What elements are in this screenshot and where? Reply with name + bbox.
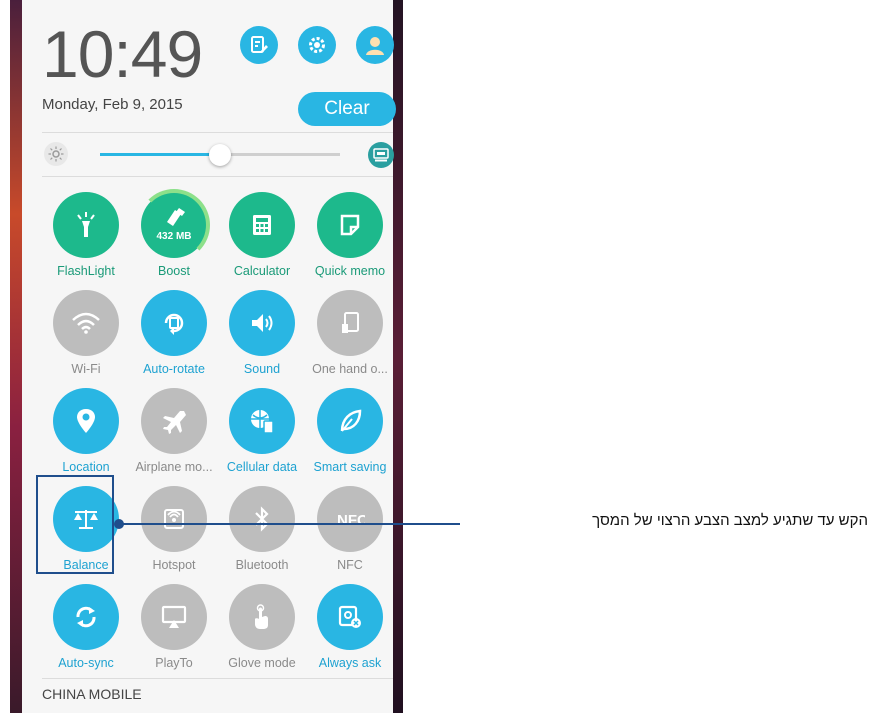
quick-setting-one-hand-o[interactable]: One hand o...: [306, 284, 394, 380]
quick-setting-label: Auto-rotate: [143, 362, 205, 376]
boost-memory-badge: 432 MB: [156, 231, 192, 242]
auto-brightness-icon[interactable]: [368, 142, 394, 168]
quick-setting-glove-mode[interactable]: Glove mode: [218, 578, 306, 674]
quick-setting-calculator[interactable]: Calculator: [218, 186, 306, 282]
clock: 10:49: [42, 17, 203, 91]
hotspot-icon: [141, 486, 207, 552]
quick-setting-sound[interactable]: Sound: [218, 284, 306, 380]
quick-setting-bluetooth[interactable]: Bluetooth: [218, 480, 306, 576]
quick-setting-airplane-mo[interactable]: Airplane mo...: [130, 382, 218, 478]
sun-icon[interactable]: [44, 142, 68, 166]
flashlight-icon: [53, 192, 119, 258]
quick-setting-label: Glove mode: [228, 656, 296, 670]
balance-highlight-box: [36, 475, 114, 574]
quick-setting-label: Quick memo: [314, 264, 386, 278]
boost-icon: 432 MB: [138, 189, 210, 261]
carrier-label: CHINA MOBILE: [42, 686, 142, 702]
sync-icon: [53, 584, 119, 650]
edit-icon: [251, 36, 268, 53]
memo-icon: [317, 192, 383, 258]
date: Monday, Feb 9, 2015: [42, 96, 183, 113]
quick-setting-hotspot[interactable]: Hotspot: [130, 480, 218, 576]
quick-setting-wi-fi[interactable]: Wi-Fi: [42, 284, 130, 380]
quick-setting-label: PlayTo: [155, 656, 193, 670]
callout-line: [118, 523, 460, 525]
quick-setting-label: Wi-Fi: [71, 362, 101, 376]
bluetooth-icon: [229, 486, 295, 552]
quick-setting-label: NFC: [337, 558, 363, 572]
user-icon: [366, 37, 384, 55]
brightness-control: [42, 140, 397, 168]
airplane-icon: [141, 388, 207, 454]
cellular-data-icon: [229, 388, 295, 454]
callout-dot: [114, 519, 124, 529]
quick-setting-label: Airplane mo...: [135, 460, 213, 474]
leaf-icon: [317, 388, 383, 454]
location-icon: [53, 388, 119, 454]
quick-setting-auto-sync[interactable]: Auto-sync: [42, 578, 130, 674]
clear-button[interactable]: Clear: [298, 92, 396, 126]
brightness-fill: [100, 153, 220, 156]
settings-button[interactable]: [298, 26, 336, 64]
phone-screen: 10:49 Monday, Feb 9, 2015 Clear FlashLig…: [10, 0, 403, 713]
quick-setting-label: Cellular data: [226, 460, 298, 474]
quick-setting-label: Boost: [158, 264, 190, 278]
callout-text: הקש עד שתגיע למצב הצבע הרצוי של המסך: [592, 512, 868, 529]
quick-setting-label: Sound: [243, 362, 281, 376]
quick-setting-label: Location: [62, 460, 110, 474]
edit-button[interactable]: [240, 26, 278, 64]
nfc-icon: NFC: [317, 486, 383, 552]
rotate-icon: [141, 290, 207, 356]
boost-progress-ring: [138, 189, 210, 261]
always-ask-icon: [317, 584, 383, 650]
wallpaper-edge-left: [10, 0, 22, 713]
quick-setting-label: One hand o...: [312, 362, 388, 376]
user-button[interactable]: [356, 26, 394, 64]
glove-icon: [229, 584, 295, 650]
sound-icon: [229, 290, 295, 356]
svg-text:NFC: NFC: [337, 512, 365, 529]
quick-setting-nfc[interactable]: NFC NFC: [306, 480, 394, 576]
quick-setting-label: Auto-sync: [58, 656, 114, 670]
divider: [42, 176, 393, 177]
divider: [42, 678, 393, 679]
calculator-icon: [229, 192, 295, 258]
quick-settings-panel: 10:49 Monday, Feb 9, 2015 Clear FlashLig…: [22, 0, 396, 713]
quick-setting-label: FlashLight: [57, 264, 115, 278]
settings-icon: [309, 37, 325, 53]
quick-setting-flashlight[interactable]: FlashLight: [42, 186, 130, 282]
quick-setting-label: Hotspot: [152, 558, 196, 572]
quick-setting-quick-memo[interactable]: Quick memo: [306, 186, 394, 282]
quick-setting-label: Calculator: [233, 264, 291, 278]
playto-icon: [141, 584, 207, 650]
divider: [42, 132, 393, 133]
quick-setting-label: Always ask: [318, 656, 382, 670]
quick-setting-location[interactable]: Location: [42, 382, 130, 478]
quick-setting-playto[interactable]: PlayTo: [130, 578, 218, 674]
brightness-thumb[interactable]: [209, 144, 231, 166]
wifi-icon: [53, 290, 119, 356]
quick-setting-label: Smart saving: [313, 460, 387, 474]
quick-setting-smart-saving[interactable]: Smart saving: [306, 382, 394, 478]
quick-setting-boost[interactable]: 432 MB Boost: [130, 186, 218, 282]
quick-setting-auto-rotate[interactable]: Auto-rotate: [130, 284, 218, 380]
brightness-slider[interactable]: [100, 144, 340, 166]
quick-setting-label: Bluetooth: [235, 558, 289, 572]
quick-setting-cellular-data[interactable]: Cellular data: [218, 382, 306, 478]
one-hand-icon: [317, 290, 383, 356]
quick-setting-always-ask[interactable]: Always ask: [306, 578, 394, 674]
